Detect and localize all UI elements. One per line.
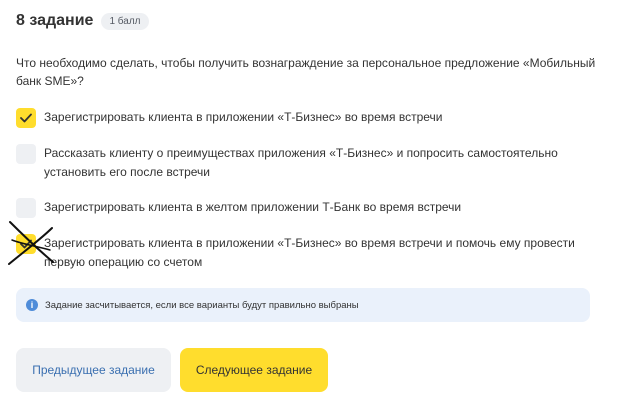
points-badge: 1 балл xyxy=(101,12,149,30)
info-icon: i xyxy=(26,299,38,311)
option-3-checkbox[interactable] xyxy=(16,198,36,218)
question-text: Что необходимо сделать, чтобы получить в… xyxy=(16,56,596,88)
option-1[interactable]: Зарегистрировать клиента в приложении «Т… xyxy=(16,108,604,128)
next-task-button[interactable]: Следующее задание xyxy=(180,348,328,392)
option-3-label: Зарегистрировать клиента в желтом прилож… xyxy=(44,200,462,214)
option-1-checkbox[interactable] xyxy=(16,108,36,128)
option-2-label: Рассказать клиенту о преимуществах прило… xyxy=(44,146,558,179)
task-title: 8 задание xyxy=(16,12,94,29)
cross-out-mark-icon xyxy=(8,221,54,265)
task-header: 8 задание 1 балл xyxy=(16,12,149,30)
info-banner: i Задание засчитывается, если все вариан… xyxy=(16,288,590,322)
info-text: Задание засчитывается, если все варианты… xyxy=(45,299,359,311)
checkmark-icon xyxy=(20,113,32,123)
option-4[interactable]: Зарегистрировать клиента в приложении «Т… xyxy=(16,234,604,272)
task-page: 8 задание 1 балл Что необходимо сделать,… xyxy=(0,0,631,404)
option-2[interactable]: Рассказать клиенту о преимуществах прило… xyxy=(16,144,604,182)
option-4-label: Зарегистрировать клиента в приложении «Т… xyxy=(44,236,575,269)
option-2-checkbox[interactable] xyxy=(16,144,36,164)
previous-task-button[interactable]: Предыдущее задание xyxy=(16,348,171,392)
option-3[interactable]: Зарегистрировать клиента в желтом прилож… xyxy=(16,198,604,218)
option-1-label: Зарегистрировать клиента в приложении «Т… xyxy=(44,110,443,124)
